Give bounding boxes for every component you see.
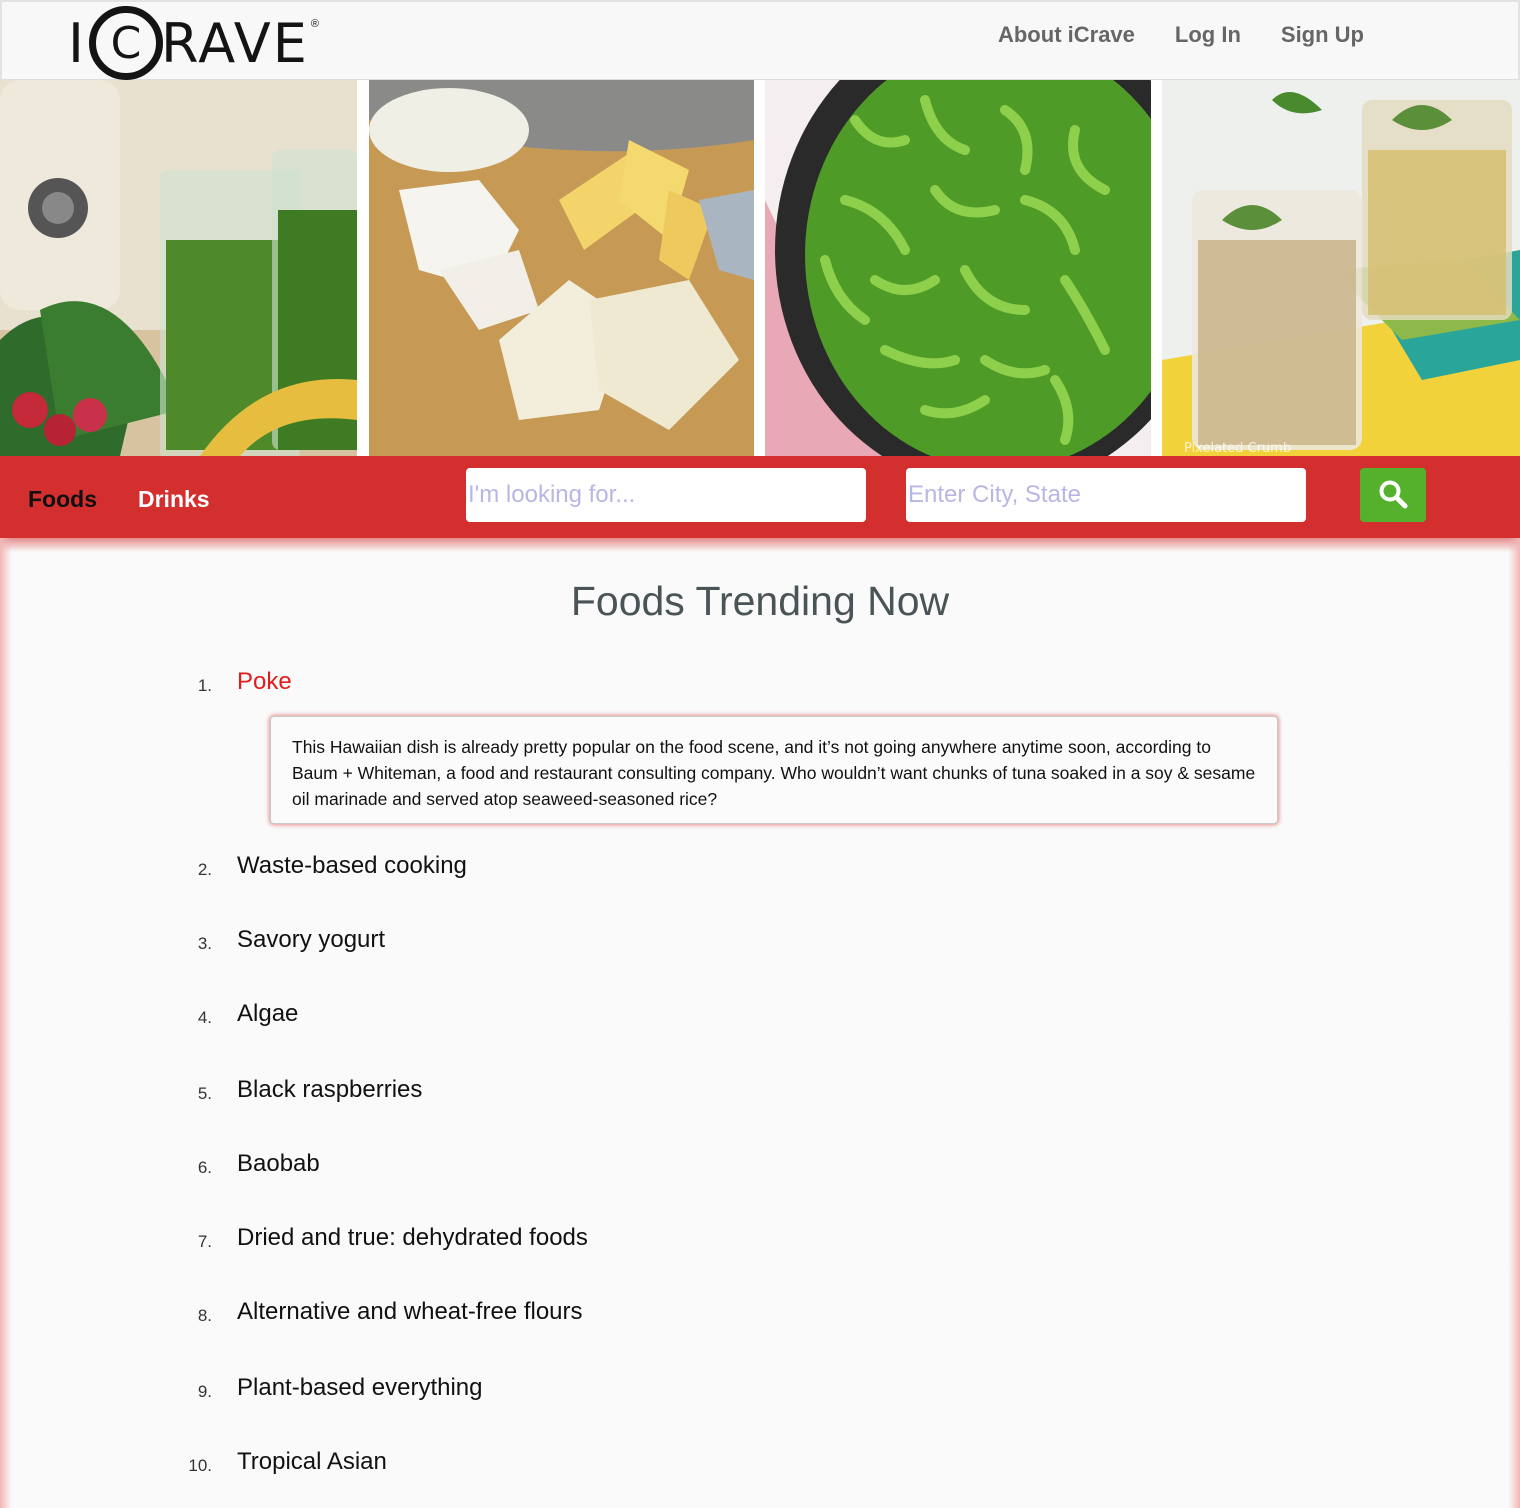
cheese-board-photo <box>369 80 754 456</box>
trending-item-link[interactable]: Black raspberries <box>237 1076 422 1104</box>
search-button[interactable] <box>1360 468 1426 522</box>
green-smoothie-photo <box>0 80 357 456</box>
page-title: Foods Trending Now <box>570 578 950 624</box>
list-item: 8. Alternative and wheat-free flours <box>0 1294 1520 1334</box>
edamame-pan-photo <box>765 80 1151 456</box>
list-item: 7. Dried and true: dehydrated foods <box>0 1220 1520 1260</box>
icrave-logo[interactable]: I C RAVE ® <box>68 4 319 82</box>
foods-tab[interactable]: Foods <box>28 486 97 513</box>
item-number: 5. <box>197 1084 212 1103</box>
list-item: 5. Black raspberries <box>0 1072 1520 1112</box>
location-input[interactable] <box>906 468 1306 522</box>
trending-item-link[interactable]: Dried and true: dehydrated foods <box>237 1224 588 1252</box>
item-description: This Hawaiian dish is already pretty pop… <box>270 716 1278 824</box>
trending-item-link[interactable]: Alternative and wheat-free flours <box>237 1298 583 1326</box>
trending-item-link[interactable]: Plant-based everything <box>237 1374 482 1402</box>
search-icon <box>1378 479 1408 512</box>
registered-mark: ® <box>310 18 319 30</box>
item-number: 2. <box>197 860 212 879</box>
item-number: 8. <box>197 1306 212 1325</box>
list-item: 3. Savory yogurt <box>0 922 1520 962</box>
signup-link[interactable]: Sign Up <box>1281 22 1364 48</box>
trending-item-link[interactable]: Tropical Asian <box>237 1448 387 1476</box>
list-item: 1. Poke <box>0 664 1520 704</box>
top-navbar: I C RAVE ® About iCrave Log In Sign Up <box>0 0 1520 80</box>
login-link[interactable]: Log In <box>1175 22 1241 48</box>
trending-item-link[interactable]: Poke <box>237 668 292 696</box>
list-item: 4. Algae <box>0 996 1520 1036</box>
mint-iced-drink-photo: Pixelated Crumb <box>1162 80 1520 456</box>
search-input[interactable] <box>466 468 866 522</box>
trending-item-link[interactable]: Baobab <box>237 1150 320 1178</box>
item-number: 6. <box>197 1158 212 1177</box>
about-link[interactable]: About iCrave <box>998 22 1135 48</box>
list-item: 6. Baobab <box>0 1146 1520 1186</box>
item-number: 7. <box>197 1232 212 1251</box>
list-item: 10. Tropical Asian <box>0 1444 1520 1484</box>
hero-banner: Pixelated Crumb <box>0 80 1520 456</box>
search-bar: Foods Drinks <box>0 456 1520 552</box>
item-number: 4. <box>197 1008 212 1027</box>
item-number: 3. <box>197 934 212 953</box>
drinks-tab[interactable]: Drinks <box>138 486 210 513</box>
trending-item-link[interactable]: Algae <box>237 1000 298 1028</box>
trending-item-link[interactable]: Waste-based cooking <box>237 852 467 880</box>
list-item: 2. Waste-based cooking <box>0 848 1520 888</box>
top-nav-links: About iCrave Log In Sign Up <box>998 22 1364 48</box>
item-number: 1. <box>197 676 212 695</box>
item-number: 9. <box>197 1382 212 1401</box>
trending-item-link[interactable]: Savory yogurt <box>237 926 385 954</box>
item-number: 10. <box>188 1456 212 1475</box>
list-item: 9. Plant-based everything <box>0 1370 1520 1410</box>
photo-watermark: Pixelated Crumb <box>1184 441 1291 456</box>
